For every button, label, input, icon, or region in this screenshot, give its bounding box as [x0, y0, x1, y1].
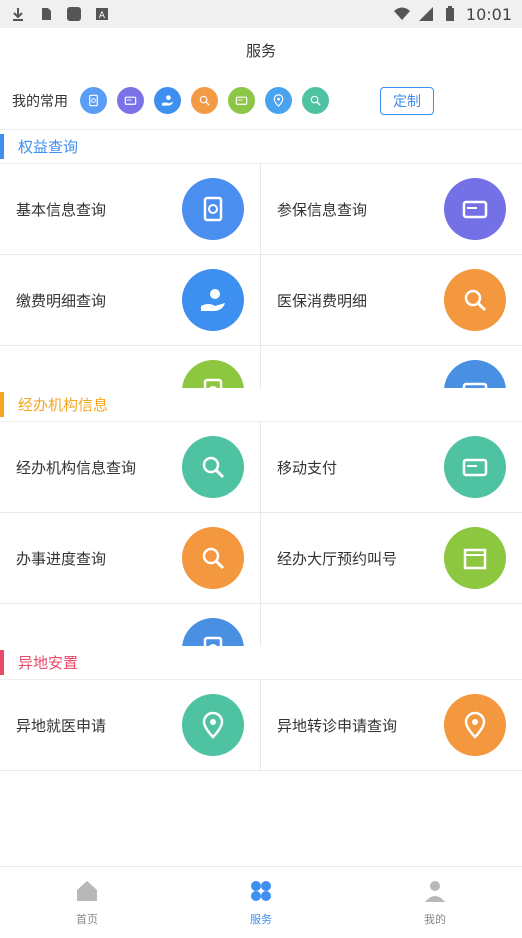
- card-icon[interactable]: [228, 87, 255, 114]
- favorites-bar: 我的常用 定制: [0, 72, 522, 130]
- service-icon: [182, 694, 244, 756]
- service-icon: [444, 436, 506, 498]
- battery-icon: [445, 6, 454, 21]
- service-item[interactable]: [0, 604, 261, 646]
- service-item: [261, 604, 522, 646]
- service-item[interactable]: [261, 346, 522, 388]
- signal-icon: [418, 7, 433, 21]
- service-item[interactable]: 经办机构信息查询: [0, 422, 261, 513]
- service-item-label: 参保信息查询: [277, 200, 368, 219]
- service-icon: [182, 178, 244, 240]
- service-icon: [444, 694, 506, 756]
- favorites-label: 我的常用: [12, 93, 68, 110]
- tab-label: 首页: [76, 913, 98, 926]
- service-item-label: 经办大厅预约叫号: [277, 549, 398, 568]
- service-item[interactable]: 办事进度查询: [0, 513, 261, 604]
- service-item[interactable]: [0, 346, 261, 388]
- service-item-label: 异地就医申请: [16, 716, 107, 735]
- tab-grid[interactable]: 服务: [174, 867, 348, 938]
- bottom-tab-bar: 首页 服务 我的: [0, 866, 522, 938]
- status-time: 10:01: [465, 4, 512, 24]
- location-icon[interactable]: [265, 87, 292, 114]
- favorites-icons: [80, 87, 329, 114]
- service-icon: [182, 360, 244, 388]
- service-icon: [444, 360, 506, 388]
- service-grid-rights: 基本信息查询 参保信息查询缴费明细查询 医保消费明细: [0, 164, 522, 388]
- hand-money-icon[interactable]: [154, 87, 181, 114]
- service-item-label: 办事进度查询: [16, 549, 107, 568]
- download-icon: [13, 8, 23, 21]
- service-item-label: 缴费明细查询: [16, 291, 107, 310]
- service-item-label: 移动支付: [277, 458, 338, 477]
- grid-icon: [248, 878, 274, 907]
- service-item[interactable]: 经办大厅预约叫号: [261, 513, 522, 604]
- home-icon: [74, 878, 100, 907]
- service-icon: [444, 269, 506, 331]
- service-item-label: 基本信息查询: [16, 200, 107, 219]
- section-title: 权益查询: [18, 138, 79, 156]
- sim-icon: [42, 8, 51, 20]
- section-rights-query: 权益查询: [0, 130, 522, 164]
- tab-user[interactable]: 我的: [348, 867, 522, 938]
- document-icon[interactable]: [80, 87, 107, 114]
- service-item[interactable]: 基本信息查询: [0, 164, 261, 255]
- section-accent-bar: [0, 134, 4, 159]
- notification-a-icon: A: [96, 8, 108, 21]
- tab-label: 服务: [250, 913, 272, 926]
- service-icon: [182, 618, 244, 646]
- section-accent-bar: [0, 392, 4, 417]
- service-icon: [182, 436, 244, 498]
- service-item[interactable]: 缴费明细查询: [0, 255, 261, 346]
- customize-button[interactable]: 定制: [380, 86, 434, 115]
- user-icon: [422, 878, 448, 907]
- card-search-icon[interactable]: [191, 87, 218, 114]
- service-grid-remote: 异地就医申请 异地转诊申请查询: [0, 680, 522, 771]
- section-remote-settlement: 异地安置: [0, 646, 522, 680]
- service-item[interactable]: 异地就医申请: [0, 680, 261, 771]
- svg-text:A: A: [99, 11, 106, 21]
- section-agency-info: 经办机构信息: [0, 388, 522, 422]
- service-item[interactable]: 参保信息查询: [261, 164, 522, 255]
- status-bar: A 10:01: [0, 0, 522, 28]
- service-icon: [182, 269, 244, 331]
- service-item-label: 医保消费明细: [277, 291, 368, 310]
- service-item[interactable]: 异地转诊申请查询: [261, 680, 522, 771]
- service-item[interactable]: 移动支付: [261, 422, 522, 513]
- service-item-label: 经办机构信息查询: [16, 458, 137, 477]
- tab-label: 我的: [424, 913, 446, 926]
- page-title: 服务: [0, 28, 522, 72]
- id-card-icon[interactable]: [117, 87, 144, 114]
- magnify-icon[interactable]: [302, 87, 329, 114]
- service-icon: [444, 527, 506, 589]
- service-grid-agency: 经办机构信息查询 移动支付办事进度查询 经办大厅预约叫号: [0, 422, 522, 646]
- service-icon: [444, 178, 506, 240]
- service-item-label: 异地转诊申请查询: [277, 716, 398, 735]
- wifi-icon: [393, 7, 410, 20]
- section-title: 经办机构信息: [18, 396, 109, 414]
- tab-home[interactable]: 首页: [0, 867, 174, 938]
- section-accent-bar: [0, 650, 4, 675]
- service-icon: [182, 527, 244, 589]
- service-item[interactable]: 医保消费明细: [261, 255, 522, 346]
- app-icon: [67, 7, 81, 21]
- section-title: 异地安置: [18, 654, 79, 672]
